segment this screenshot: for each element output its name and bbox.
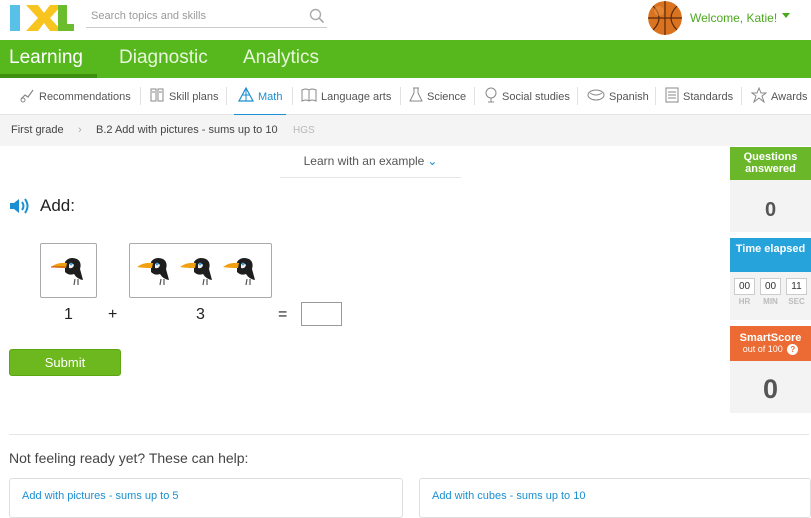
subject-nav: Recommendations Skill plans Math Languag… [0, 78, 811, 116]
welcome-menu[interactable]: Welcome, Katie! [690, 11, 777, 25]
questions-answered-header: Questions answered [730, 147, 811, 180]
time-elapsed-label: Time elapsed [735, 243, 806, 255]
divider [655, 87, 656, 105]
timer: 00 HR 00 MIN 11 SEC [730, 272, 811, 320]
smartscore-value: 0 [730, 361, 811, 413]
top-bar: Welcome, Katie! [0, 0, 811, 40]
plus-sign: + [108, 306, 118, 323]
timer-seconds: 11 [786, 278, 807, 295]
divider [400, 87, 401, 105]
smartscore-label: SmartScore [739, 332, 802, 344]
science-icon [409, 87, 423, 106]
tab-label: Standards [683, 90, 734, 103]
breadcrumb-skill: B.2 Add with pictures - sums up to 10 [96, 124, 278, 136]
tab-label: Social studies [502, 90, 570, 103]
help-link-add-with-pictures[interactable]: Add with pictures - sums up to 5 [22, 490, 179, 502]
timer-hours-label: HR [738, 297, 751, 306]
skill-plans-icon [150, 87, 165, 106]
timer-hours: 00 [734, 278, 755, 295]
nav-analytics[interactable]: Analytics [243, 47, 319, 69]
help-card: Add with pictures - sums up to 5 [9, 478, 403, 518]
right-addend: 3 [196, 306, 205, 323]
tab-label: Skill plans [169, 90, 219, 103]
timer-seconds-label: SEC [788, 297, 805, 306]
time-elapsed-header: Time elapsed [730, 238, 811, 272]
breadcrumb: First grade › B.2 Add with pictures - su… [0, 115, 811, 146]
speaker-icon[interactable] [9, 196, 33, 221]
toucan-icon [47, 254, 91, 293]
tab-math[interactable]: Math [233, 78, 287, 116]
tab-standards[interactable]: Standards [665, 78, 733, 115]
nav-learning[interactable]: Learning [9, 47, 83, 69]
language-arts-icon [301, 87, 317, 106]
chevron-down-icon[interactable] [782, 13, 790, 18]
awards-icon [750, 86, 768, 106]
search-box [86, 6, 327, 28]
standards-icon [665, 87, 679, 106]
smartscore-subtitle: out of 100 ? [730, 344, 811, 355]
divider [474, 87, 475, 105]
tab-label: Science [427, 90, 467, 103]
divider [226, 87, 227, 105]
timer-minutes-label: MIN [763, 297, 778, 306]
tab-language-arts[interactable]: Language arts [301, 78, 391, 115]
tab-skill-plans[interactable]: Skill plans [150, 78, 219, 115]
tab-label: Language arts [321, 90, 392, 103]
divider [292, 87, 293, 105]
nav-diagnostic[interactable]: Diagnostic [119, 47, 208, 69]
questions-answered-label: Questions answered [743, 151, 798, 175]
avatar[interactable] [648, 1, 682, 35]
smartscore-sub-label: out of 100 [742, 344, 783, 354]
help-icon[interactable]: ? [787, 344, 799, 355]
answer-input[interactable] [301, 302, 342, 326]
search-icon[interactable] [309, 8, 325, 29]
tab-recommendations[interactable]: Recommendations [19, 78, 131, 115]
addend-box-right [129, 243, 272, 298]
question-prompt: Add: [40, 196, 75, 215]
help-card: Add with cubes - sums up to 10 [419, 478, 811, 518]
questions-answered-value: 0 [730, 180, 811, 232]
chevron-down-icon: ⌄ [427, 154, 438, 168]
search-input[interactable] [86, 6, 296, 26]
learn-with-example-label: Learn with an example [303, 154, 425, 168]
tab-social-studies[interactable]: Social studies [484, 78, 570, 115]
divider [577, 87, 578, 105]
timer-minutes: 00 [760, 278, 781, 295]
addend-box-left [40, 243, 97, 298]
help-heading: Not feeling ready yet? These can help: [9, 450, 249, 466]
equals-sign: = [278, 306, 288, 323]
chevron-right-icon: › [78, 124, 82, 136]
social-studies-icon [484, 87, 498, 106]
ixl-logo[interactable] [10, 5, 74, 31]
divider [140, 87, 141, 105]
left-addend: 1 [64, 306, 73, 323]
main-nav: Learning Diagnostic Analytics [0, 40, 811, 78]
tab-spanish[interactable]: Spanish [587, 78, 649, 115]
breadcrumb-grade[interactable]: First grade [11, 124, 64, 136]
tab-label: Spanish [609, 90, 649, 103]
help-link-add-with-cubes[interactable]: Add with cubes - sums up to 10 [432, 490, 585, 502]
tab-awards[interactable]: Awards [750, 78, 808, 115]
spanish-icon [587, 87, 605, 106]
toucan-icon [133, 254, 177, 293]
toucan-icon [219, 254, 263, 293]
divider [741, 87, 742, 105]
tab-science[interactable]: Science [409, 78, 466, 115]
tab-label: Recommendations [39, 90, 131, 103]
recommendations-icon [19, 87, 35, 106]
math-icon [237, 86, 255, 106]
section-divider [9, 434, 809, 435]
smartscore-header: SmartScore out of 100 ? [730, 326, 811, 361]
tab-label: Awards [771, 90, 808, 103]
skill-code: HGS [293, 125, 315, 136]
tab-label: Math [258, 90, 283, 103]
learn-with-example-toggle[interactable]: Learn with an example ⌄ [280, 148, 461, 178]
toucan-icon [176, 254, 220, 293]
submit-button[interactable]: Submit [9, 349, 121, 376]
